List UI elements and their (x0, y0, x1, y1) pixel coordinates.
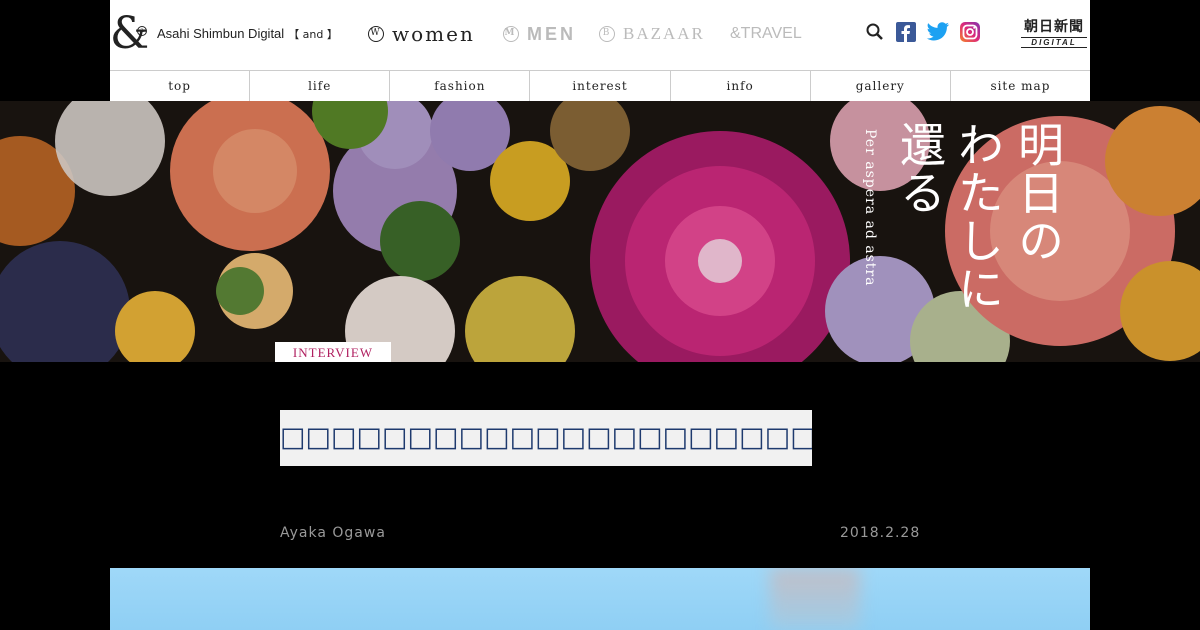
brand-tag: 【 and 】 (288, 28, 338, 41)
site-link-bazaar[interactable]: B BAZAAR (599, 20, 705, 48)
site-link-men[interactable]: M MEN (503, 20, 576, 48)
nav-item-life[interactable]: life (249, 71, 389, 101)
article-headline: □□□□□□□□□□□□□□□□□□□□□□□□□□□□□□□□□□□□□ (280, 410, 812, 466)
site-header: & a Asahi Shimbun Digital 【 and 】 W women… (110, 0, 1090, 70)
brand-name[interactable]: Asahi Shimbun Digital 【 and 】 (157, 26, 338, 42)
site-label-travel: &TRAVEL (730, 25, 802, 42)
brand-label: Asahi Shimbun Digital (157, 26, 285, 41)
hero-title-line-1: 明日の (1011, 121, 1065, 265)
logo-sub-mark: a (137, 26, 147, 36)
women-badge-icon: W (368, 26, 384, 42)
nav-item-interest[interactable]: interest (529, 71, 669, 101)
twitter-icon[interactable] (926, 22, 950, 42)
nav-item-top[interactable]: top (110, 71, 249, 101)
bazaar-badge-icon: B (599, 26, 615, 42)
category-tag[interactable]: INTERVIEW (275, 342, 391, 362)
men-badge-icon: M (503, 26, 519, 42)
hero-title-line-2: わたしに (951, 121, 1005, 313)
hero-banner[interactable]: 明日の わたしに 還る Per aspera ad astra (0, 101, 1200, 362)
site-link-women[interactable]: W women (368, 20, 475, 48)
main-nav: top life fashion interest info gallery s… (110, 70, 1090, 101)
and-logo[interactable]: & a (110, 10, 150, 58)
site-link-travel[interactable]: &TRAVEL (730, 20, 802, 48)
facebook-icon[interactable] (896, 22, 916, 42)
asahi-logo-sub: DIGITAL (1021, 37, 1087, 48)
site-label-men: MEN (527, 23, 576, 44)
article-author[interactable]: Ayaka Ogawa (280, 525, 386, 541)
site-label-bazaar: BAZAAR (623, 24, 705, 43)
asahi-digital-logo[interactable]: 朝日新聞 DIGITAL (1019, 18, 1089, 48)
hero-subtitle: Per aspera ad astra (862, 129, 878, 287)
search-icon[interactable] (865, 22, 885, 42)
site-label-women: women (392, 22, 475, 46)
nav-item-gallery[interactable]: gallery (809, 71, 950, 101)
photo-tower-blur (770, 568, 860, 630)
hero-title-line-3: 還る (893, 121, 947, 217)
instagram-icon[interactable] (960, 22, 980, 42)
nav-item-fashion[interactable]: fashion (389, 71, 529, 101)
nav-item-info[interactable]: info (669, 71, 810, 101)
nav-item-site-map[interactable]: site map (949, 71, 1090, 101)
article-date: 2018.2.28 (840, 525, 921, 541)
asahi-logo-text: 朝日新聞 (1024, 19, 1084, 35)
article-photo (110, 568, 1090, 630)
